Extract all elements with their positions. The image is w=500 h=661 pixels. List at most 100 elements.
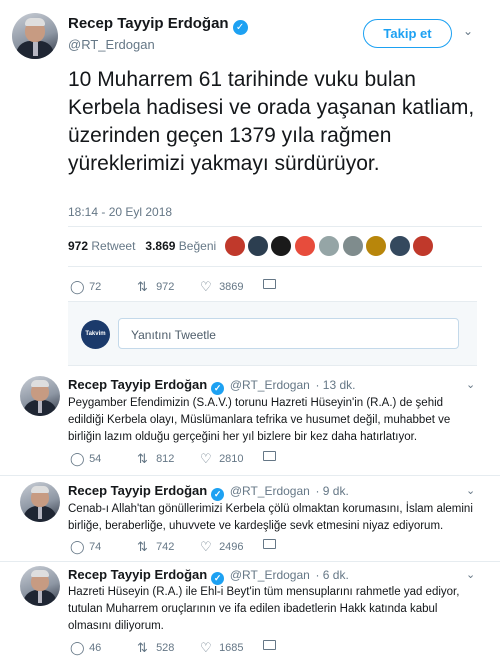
thread-tweet-header[interactable]: Recep Tayyip Erdoğan ✓ @RT_Erdogan · 6 dk… [68,567,349,585]
heart-icon: ♡ [200,451,212,466]
like-action[interactable]: ♡ 2496 [200,539,244,555]
reply-count: 74 [89,541,102,553]
divider [0,475,500,476]
retweet-action[interactable]: ⇅ 742 [137,539,174,555]
liker-avatar[interactable] [389,235,411,257]
author-avatar[interactable] [20,376,60,416]
retweet-action[interactable]: ⇅ 812 [137,451,174,467]
like-action-count: 2810 [219,453,244,465]
dm-action[interactable] [263,640,276,652]
engagement-stats: 972 Retweet 3.869 Beğeni [68,239,216,253]
tweet-text: Cenab-ı Allah'tan gönüllerimizi Kerbela … [68,503,473,532]
reply-icon: ◯ [70,640,85,655]
retweet-stat-label[interactable]: Retweet [91,239,135,253]
author-handle[interactable]: @RT_Erdogan [230,378,310,392]
author-name[interactable]: Recep Tayyip Erdoğan [68,377,207,392]
thread-tweet-header[interactable]: Recep Tayyip Erdoğan ✓ @RT_Erdogan · 13 d… [68,377,355,395]
like-action-count: 1685 [219,642,244,654]
avatar-tie [38,401,42,413]
reply-action[interactable]: ◯ 72 [70,279,101,295]
retweet-action-count: 742 [156,541,175,553]
dm-action[interactable] [263,451,276,463]
retweet-action-count: 972 [156,281,175,293]
reply-input[interactable]: Yanıtını Tweetle [118,318,459,349]
thread-tweet-header[interactable]: Recep Tayyip Erdoğan ✓ @RT_Erdogan · 9 dk… [68,483,349,501]
dm-action[interactable] [263,539,276,551]
retweet-action[interactable]: ⇅ 972 [137,279,174,295]
tweet-time[interactable]: · 9 dk. [315,484,348,498]
tweet-text: Peygamber Efendimizin (S.A.V.) torunu Ha… [68,397,451,443]
heart-icon: ♡ [200,279,212,294]
retweet-icon: ⇅ [137,539,148,554]
verified-badge-icon: ✓ [211,382,225,395]
liker-avatar[interactable] [342,235,364,257]
envelope-icon [263,539,276,549]
author-handle[interactable]: @RT_Erdogan [68,37,155,52]
retweet-action-count: 528 [156,642,175,654]
reply-icon: ◯ [70,279,85,294]
avatar-tie [38,507,42,519]
author-avatar[interactable] [20,482,60,522]
liker-avatar[interactable] [224,235,246,257]
reply-action[interactable]: ◯ 74 [70,539,101,555]
tweet-time[interactable]: · 6 dk. [315,568,348,582]
retweet-action[interactable]: ⇅ 528 [137,640,174,656]
liker-avatar[interactable] [412,235,434,257]
reply-count: 46 [89,642,102,654]
tweet-text: 10 Muharrem 61 tarihinde vuku bulan Kerb… [68,68,475,175]
like-action-count: 3869 [219,281,244,293]
reply-action[interactable]: ◯ 54 [70,451,101,467]
author-avatar[interactable] [20,566,60,606]
account-avatar: Takvim [81,320,110,349]
like-stat-label[interactable]: Beğeni [179,239,216,253]
like-action[interactable]: ♡ 3869 [200,279,244,295]
liker-avatar[interactable] [365,235,387,257]
like-count[interactable]: 3.869 [145,239,175,253]
reply-count: 54 [89,453,102,465]
divider [68,266,482,267]
tweet-text: Hazreti Hüseyin (R.A.) ile Ehl-i Beyt'in… [68,586,460,632]
avatar-hair [31,570,49,577]
like-action[interactable]: ♡ 2810 [200,451,244,467]
reply-count: 72 [89,281,102,293]
reply-action[interactable]: ◯ 46 [70,640,101,656]
author-name[interactable]: Recep Tayyip Erdoğan [68,483,207,498]
liker-avatar[interactable] [270,235,292,257]
heart-icon: ♡ [200,640,212,655]
author-handle[interactable]: @RT_Erdogan [230,484,310,498]
follow-button[interactable]: Takip et [363,19,452,48]
chevron-down-icon[interactable]: ⌄ [463,24,473,38]
retweet-icon: ⇅ [137,451,148,466]
chevron-down-icon[interactable]: ⌄ [466,484,475,497]
chevron-down-icon[interactable]: ⌄ [466,378,475,391]
dm-action[interactable] [263,279,276,291]
avatar-tie [33,42,38,56]
like-action[interactable]: ♡ 1685 [200,640,244,656]
liker-avatar[interactable] [318,235,340,257]
reply-icon: ◯ [70,451,85,466]
author-handle[interactable]: @RT_Erdogan [230,568,310,582]
chevron-down-icon[interactable]: ⌄ [466,568,475,581]
avatar-hair [31,380,49,387]
like-action-count: 2496 [219,541,244,553]
tweet-timestamp[interactable]: 18:14 - 20 Eyl 2018 [68,205,172,219]
reply-composer: Takvim Yanıtını Tweetle [68,301,477,366]
verified-badge-icon: ✓ [232,20,248,35]
author-name[interactable]: Recep Tayyip Erdoğan [68,567,207,582]
retweet-count[interactable]: 972 [68,239,88,253]
verified-badge-icon: ✓ [211,488,225,501]
author-avatar[interactable] [12,13,58,59]
retweet-icon: ⇅ [137,640,148,655]
liker-avatar[interactable] [294,235,316,257]
retweet-action-count: 812 [156,453,175,465]
author-name[interactable]: Recep Tayyip Erdoğan [68,15,229,32]
author-name-row[interactable]: Recep Tayyip Erdoğan ✓ [68,15,248,35]
tweet-time[interactable]: · 13 dk. [315,378,355,392]
divider [0,561,500,562]
envelope-icon [263,640,276,650]
avatar-hair [31,486,49,493]
liker-avatar[interactable] [247,235,269,257]
envelope-icon [263,451,276,461]
envelope-icon [263,279,276,289]
heart-icon: ♡ [200,539,212,554]
